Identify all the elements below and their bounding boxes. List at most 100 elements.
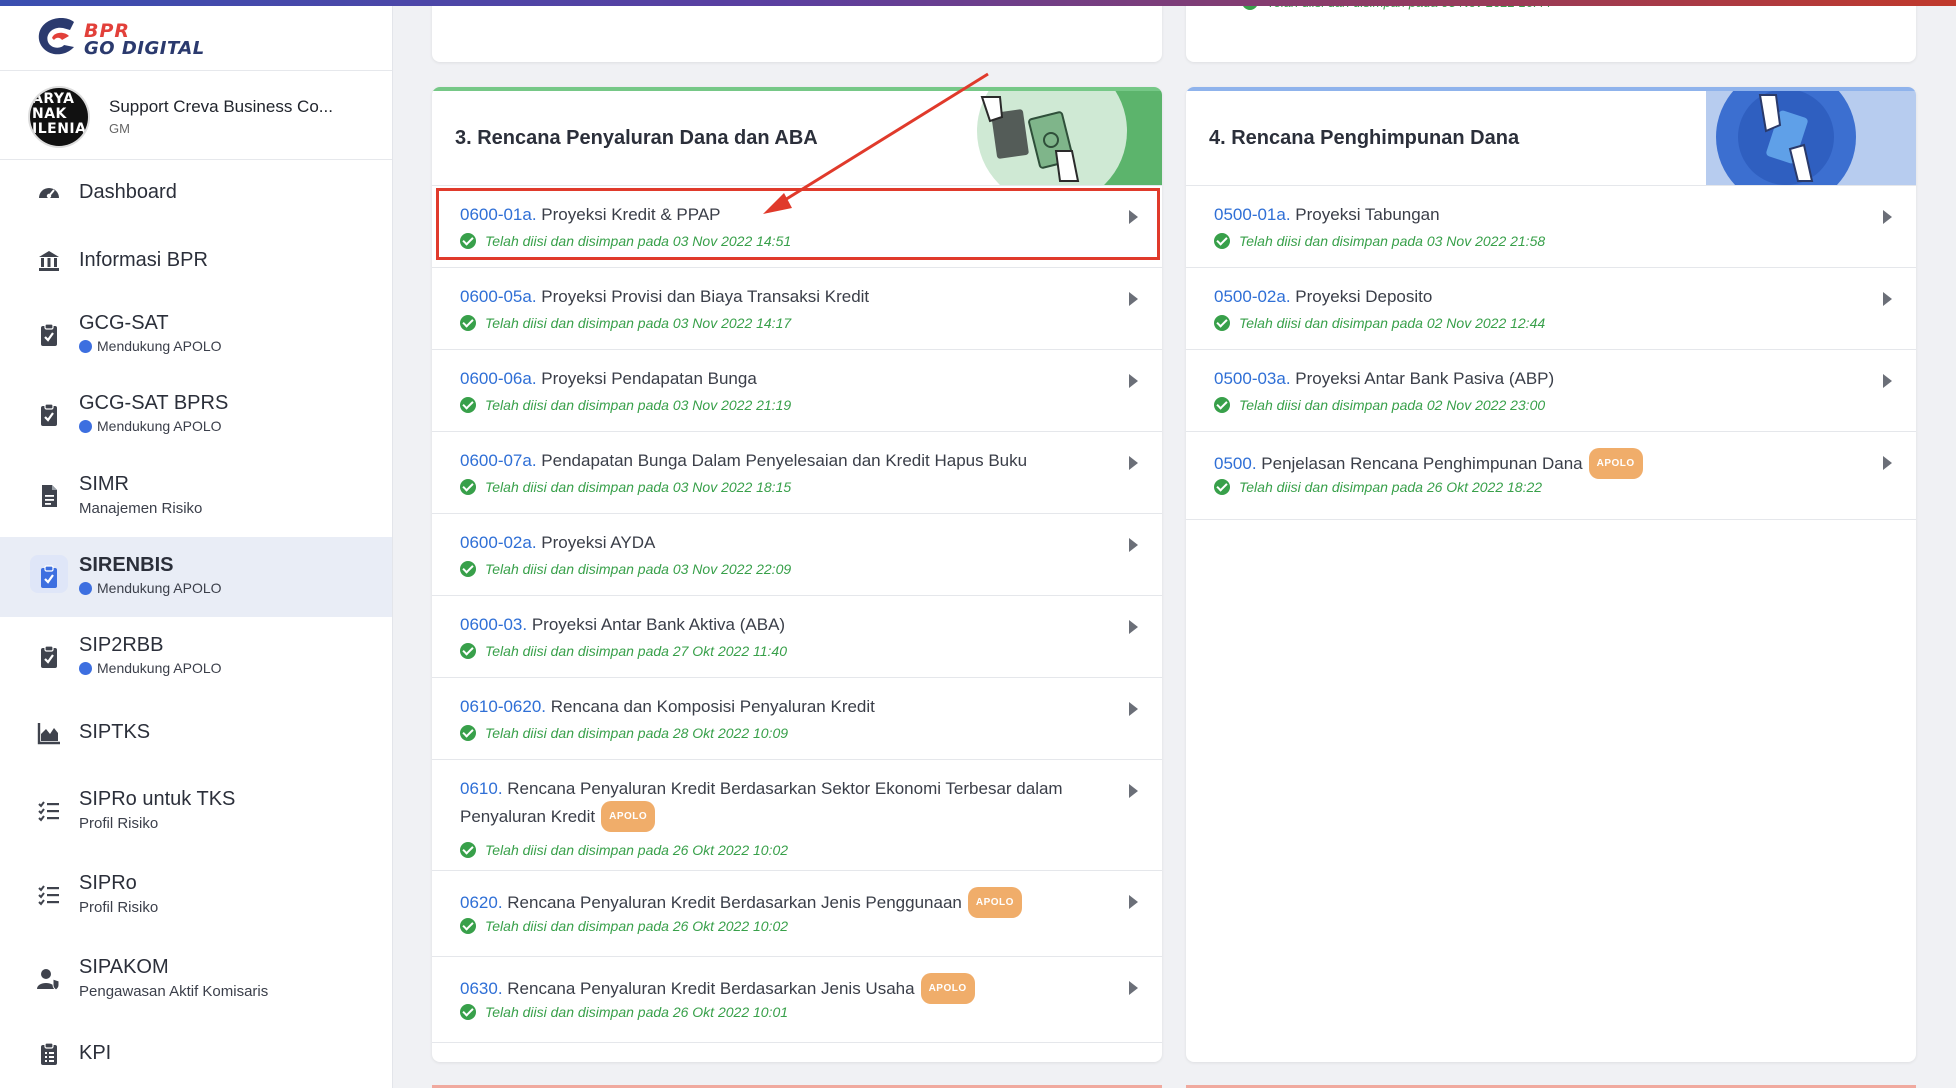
report-item[interactable]: 0620. Rencana Penyaluran Kredit Berdasar… — [432, 871, 1162, 957]
report-code-link[interactable]: 0600-02a. — [460, 533, 537, 552]
report-item-title[interactable]: 0610. Rencana Penyaluran Kredit Berdasar… — [460, 776, 1120, 832]
save-status: Telah diisi dan disimpan pada 26 Okt 202… — [1214, 479, 1542, 495]
report-code-link[interactable]: 0500-02a. — [1214, 287, 1291, 306]
chevron-right-icon[interactable] — [1129, 895, 1138, 909]
report-code-link[interactable]: 0620. — [460, 893, 503, 912]
annotation-highlight-box — [436, 188, 1160, 260]
report-item-title[interactable]: 0500. Penjelasan Rencana Penghimpunan Da… — [1214, 448, 1874, 479]
report-item-title[interactable]: 0600-05a. Proyeksi Provisi dan Biaya Tra… — [460, 284, 1120, 309]
report-code-link[interactable]: 0610-0620. — [460, 697, 546, 716]
sidebar-item-label: GCG-SAT — [79, 312, 169, 334]
report-item-name: Rencana Penyaluran Kredit Berdasarkan Je… — [502, 979, 915, 998]
check-circle-icon — [460, 479, 476, 495]
report-item[interactable]: 0500. Penjelasan Rencana Penghimpunan Da… — [1186, 432, 1916, 520]
sidebar-item-label: SIPAKOM — [79, 956, 169, 978]
report-item-title[interactable]: 0600-07a. Pendapatan Bunga Dalam Penyele… — [460, 448, 1120, 473]
checklist-icon — [36, 882, 62, 908]
report-item-title[interactable]: 0630. Rencana Penyaluran Kredit Berdasar… — [460, 973, 1120, 1004]
chevron-right-icon[interactable] — [1129, 292, 1138, 306]
chevron-right-icon[interactable] — [1129, 620, 1138, 634]
sidebar-item-sipro[interactable]: SIPRo Profil Risiko — [0, 853, 392, 937]
report-item[interactable]: 0600-05a. Proyeksi Provisi dan Biaya Tra… — [432, 268, 1162, 350]
user-shield-icon — [36, 966, 62, 992]
report-item[interactable]: 0600-03. Proyeksi Antar Bank Aktiva (ABA… — [432, 596, 1162, 678]
chevron-right-icon[interactable] — [1129, 981, 1138, 995]
report-item[interactable]: 0600-07a. Pendapatan Bunga Dalam Penyele… — [432, 432, 1162, 514]
report-item[interactable]: 0500-03a. Proyeksi Antar Bank Pasiva (AB… — [1186, 350, 1916, 432]
report-code-link[interactable]: 0600-03. — [460, 615, 527, 634]
report-code-link[interactable]: 0500-03a. — [1214, 369, 1291, 388]
report-code-link[interactable]: 0600-05a. — [460, 287, 537, 306]
sidebar-item-sipakom[interactable]: SIPAKOM Pengawasan Aktif Komisaris — [0, 937, 392, 1021]
apolo-support-badge: Mendukung APOLO — [79, 660, 222, 676]
report-item-name: Proyeksi Tabungan — [1290, 205, 1440, 224]
save-status: Telah diisi dan disimpan pada 26 Okt 202… — [460, 1004, 788, 1020]
save-status: Telah diisi dan disimpan pada 03 Nov 202… — [460, 397, 791, 413]
chevron-right-icon[interactable] — [1883, 292, 1892, 306]
report-item-name: Rencana Penyaluran Kredit Berdasarkan Se… — [460, 779, 1063, 826]
report-item-name: Proyeksi Pendapatan Bunga — [536, 369, 757, 388]
chevron-right-icon[interactable] — [1883, 210, 1892, 224]
chevron-right-icon[interactable] — [1129, 456, 1138, 470]
report-item-name: Proyeksi Antar Bank Pasiva (ABP) — [1290, 369, 1555, 388]
report-item-title[interactable]: 0500-01a. Proyeksi Tabungan — [1214, 202, 1874, 227]
clipboard-check-icon — [36, 402, 62, 428]
clipboard-check-icon — [36, 322, 62, 348]
sidebar-item-informasi-bpr[interactable]: Informasi BPR — [0, 227, 392, 295]
report-code-link[interactable]: 0630. — [460, 979, 503, 998]
check-circle-icon — [1214, 397, 1230, 413]
check-circle-icon — [460, 725, 476, 741]
report-item-title[interactable]: 0610-0620. Rencana dan Komposisi Penyalu… — [460, 694, 1120, 719]
apolo-support-badge: Mendukung APOLO — [79, 580, 222, 596]
report-item-title[interactable]: 0500-02a. Proyeksi Deposito — [1214, 284, 1874, 309]
sidebar-item-sip2rbb[interactable]: SIP2RBB Mendukung APOLO — [0, 617, 392, 697]
apolo-badge: APOLO — [1588, 448, 1643, 479]
report-item[interactable]: 0630. Rencana Penyaluran Kredit Berdasar… — [432, 957, 1162, 1043]
report-item[interactable]: 0500-02a. Proyeksi Deposito Telah diisi d… — [1186, 268, 1916, 350]
check-circle-icon — [460, 842, 476, 858]
report-code-link[interactable]: 0600-06a. — [460, 369, 537, 388]
report-item[interactable]: 0610. Rencana Penyaluran Kredit Berdasar… — [432, 760, 1162, 871]
report-item-title[interactable]: 0500-03a. Proyeksi Antar Bank Pasiva (AB… — [1214, 366, 1874, 391]
report-item-title[interactable]: 0600-02a. Proyeksi AYDA — [460, 530, 1120, 555]
chevron-right-icon[interactable] — [1129, 538, 1138, 552]
sidebar-item-kpi[interactable]: KPI — [0, 1021, 392, 1087]
apolo-support-badge: Mendukung APOLO — [79, 338, 222, 354]
report-item[interactable]: 0500-01a. Proyeksi Tabungan Telah diisi d… — [1186, 186, 1916, 268]
sidebar-item-label: SIRENBIS — [79, 554, 174, 576]
chevron-right-icon[interactable] — [1129, 374, 1138, 388]
sidebar-item-sirenbis[interactable]: SIRENBIS Mendukung APOLO — [0, 537, 392, 617]
chevron-right-icon[interactable] — [1883, 456, 1892, 470]
report-item[interactable]: 0600-02a. Proyeksi AYDA Telah diisi dan d… — [432, 514, 1162, 596]
sidebar-item-siptks[interactable]: SIPTKS — [0, 697, 392, 769]
report-item-title[interactable]: 0600-03. Proyeksi Antar Bank Aktiva (ABA… — [460, 612, 1120, 637]
chevron-right-icon[interactable] — [1129, 784, 1138, 798]
sidebar: BPR GO DIGITAL ARYA NAK ILENIA Support Cre… — [0, 0, 393, 1088]
report-item-name: Proyeksi AYDA — [536, 533, 656, 552]
report-code-link[interactable]: 0610. — [460, 779, 503, 798]
report-code-link[interactable]: 0500-01a. — [1214, 205, 1291, 224]
save-status: Telah diisi dan disimpan pada 03 Nov 202… — [460, 315, 791, 331]
report-item[interactable]: 0600-06a. Proyeksi Pendapatan Bunga Telah… — [432, 350, 1162, 432]
sidebar-item-label: SIPTKS — [79, 721, 151, 743]
sidebar-item-simr[interactable]: SIMR Manajemen Risiko — [0, 455, 392, 537]
save-status: Telah diisi dan disimpan pada 02 Nov 202… — [1214, 397, 1545, 413]
save-status: Telah diisi dan disimpan pada 28 Okt 202… — [460, 725, 788, 741]
check-circle-icon — [460, 1004, 476, 1020]
sidebar-item-label: Informasi BPR — [79, 249, 208, 271]
sidebar-item-gcg-sat-bprs[interactable]: GCG-SAT BPRS Mendukung APOLO — [0, 375, 392, 455]
sidebar-item-sublabel: Manajemen Risiko — [79, 500, 203, 517]
sidebar-item-sipro-untuk-tks[interactable]: SIPRo untuk TKS Profil Risiko — [0, 769, 392, 853]
report-code-link[interactable]: 0600-07a. — [460, 451, 537, 470]
chevron-right-icon[interactable] — [1883, 374, 1892, 388]
report-item-title[interactable]: 0620. Rencana Penyaluran Kredit Berdasar… — [460, 887, 1120, 918]
sidebar-item-dashboard[interactable]: Dashboard — [0, 159, 392, 227]
report-code-link[interactable]: 0500. — [1214, 454, 1257, 473]
sidebar-item-gcg-sat[interactable]: GCG-SAT Mendukung APOLO — [0, 295, 392, 375]
previous-card-right: Telah diisi dan disimpan pada 03 Nov 202… — [1186, 0, 1916, 62]
report-item[interactable]: 0610-0620. Rencana dan Komposisi Penyalu… — [432, 678, 1162, 760]
dashboard-icon — [36, 180, 62, 206]
chevron-right-icon[interactable] — [1129, 702, 1138, 716]
report-item-title[interactable]: 0600-06a. Proyeksi Pendapatan Bunga — [460, 366, 1120, 391]
check-circle-icon — [460, 643, 476, 659]
